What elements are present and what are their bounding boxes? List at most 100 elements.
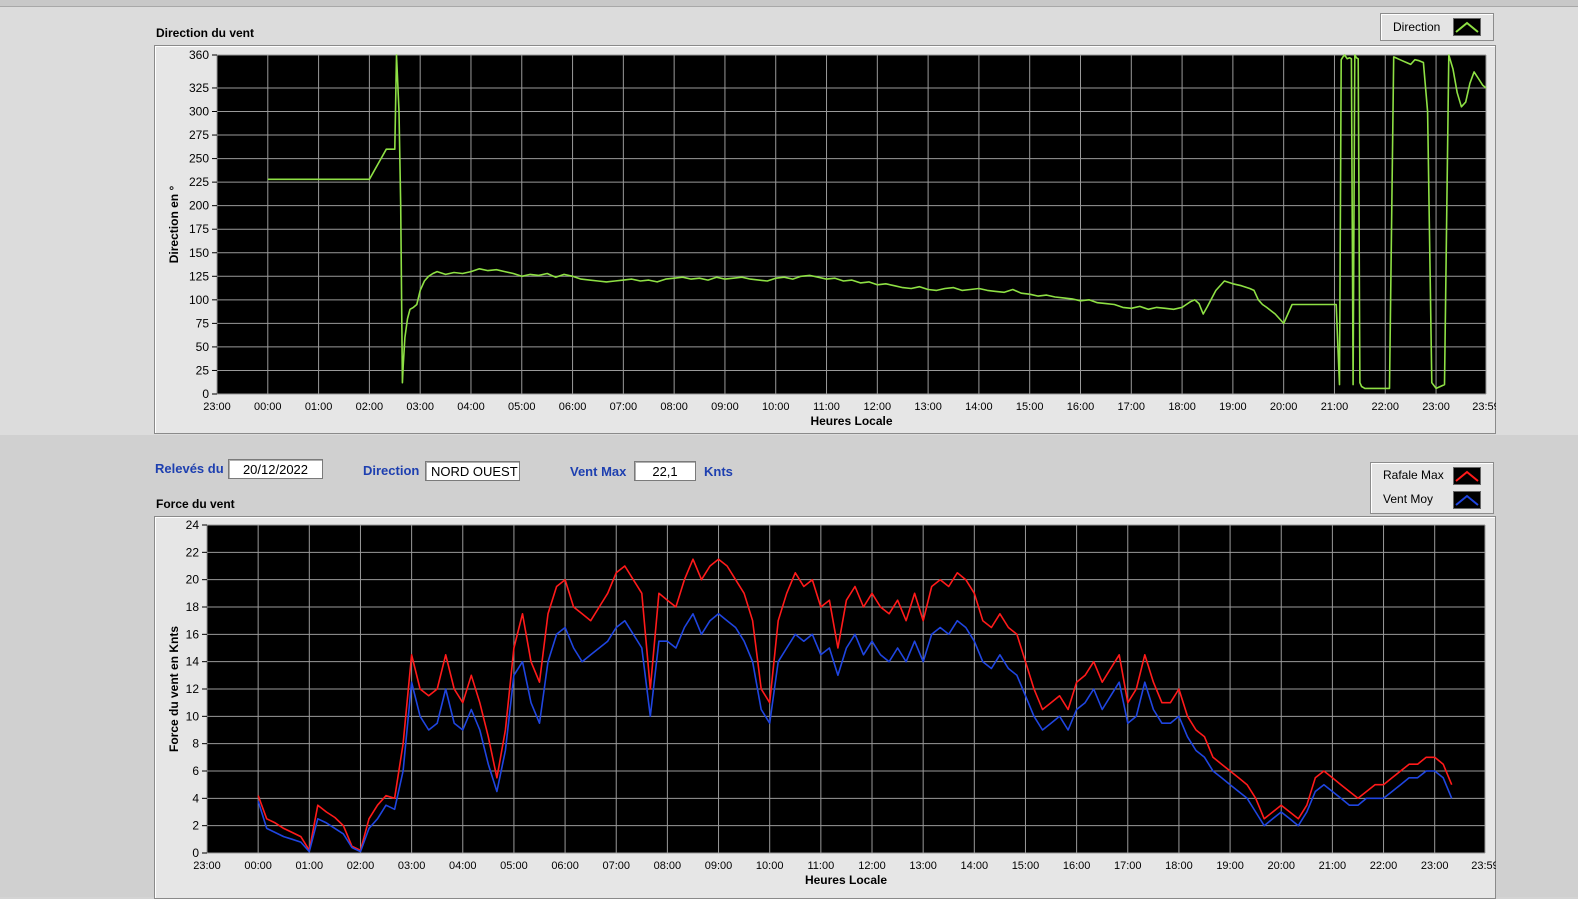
- dir-x-tick-label: 07:00: [610, 401, 638, 413]
- frc-x-tick-label: 12:00: [858, 860, 886, 872]
- releves-label: Relevés du: [155, 461, 224, 476]
- dir-x-tick-label: 12:00: [864, 401, 892, 413]
- frc-y-tick-label: 0: [192, 846, 199, 860]
- dir-y-tick-label: 150: [189, 246, 209, 260]
- frc-y-tick-label: 20: [186, 573, 200, 587]
- dir-x-tick-label: 04:00: [457, 401, 485, 413]
- top-bar: [0, 0, 1578, 7]
- frc-y-tick-label: 10: [186, 709, 200, 723]
- legend-label-ventmoy: Vent Moy: [1383, 492, 1434, 506]
- dir-y-tick-label: 75: [196, 316, 210, 330]
- frc-x-tick-label: 21:00: [1319, 860, 1347, 872]
- dir-x-tick-label: 17:00: [1118, 401, 1146, 413]
- dir-x-tick-label: 14:00: [965, 401, 993, 413]
- force-legend[interactable]: Rafale Max Vent Moy: [1370, 462, 1494, 514]
- frc-x-tick-label: 16:00: [1063, 860, 1091, 872]
- frc-x-tick-label: 19:00: [1216, 860, 1244, 872]
- dir-x-tick-label: 08:00: [660, 401, 688, 413]
- frc-x-tick-label: 02:00: [347, 860, 375, 872]
- dir-x-tick-label: 16:00: [1067, 401, 1095, 413]
- dir-y-tick-label: 300: [189, 105, 209, 119]
- dir-y-tick-label: 225: [189, 175, 209, 189]
- dir-y-tick-label: 175: [189, 222, 209, 236]
- frc-x-tick-label: 06:00: [551, 860, 579, 872]
- frc-y-tick-label: 24: [186, 518, 200, 532]
- dir-y-tick-label: 275: [189, 128, 209, 142]
- frc-x-tick-label: 11:00: [807, 860, 834, 872]
- frc-x-tick-label: 18:00: [1165, 860, 1193, 872]
- frc-x-tick-label: 07:00: [602, 860, 630, 872]
- dir-y-tick-label: 360: [189, 48, 209, 62]
- direction-value-field[interactable]: NORD OUEST: [425, 461, 520, 481]
- dir-x-tick-label: 09:00: [711, 401, 739, 413]
- frc-x-tick-label: 01:00: [296, 860, 324, 872]
- frc-x-tick-label: 00:00: [244, 860, 272, 872]
- dir-x-tick-label: 06:00: [559, 401, 587, 413]
- dir-x-tick-label: 20:00: [1270, 401, 1298, 413]
- frc-x-tick-label: 14:00: [961, 860, 989, 872]
- frc-y-tick-label: 2: [192, 819, 199, 833]
- dir-x-tick-label: 23:59: [1472, 401, 1496, 413]
- force-x-axis-label: Heures Locale: [805, 873, 887, 887]
- frc-y-tick-label: 4: [192, 791, 199, 805]
- dir-x-tick-label: 13:00: [914, 401, 942, 413]
- dir-x-tick-label: 10:00: [762, 401, 790, 413]
- direction-chart[interactable]: 23:00 00:00 01:00 02:00 03:00 04:00 05:00 06:00…: [154, 45, 1496, 435]
- frc-y-tick-label: 16: [186, 627, 200, 641]
- direction-x-axis-label: Heures Locale: [810, 414, 892, 428]
- direction-label: Direction: [363, 463, 420, 478]
- ventmax-unit: Knts: [704, 464, 733, 479]
- direction-legend[interactable]: Direction: [1380, 13, 1494, 41]
- dir-x-tick-label: 18:00: [1168, 401, 1196, 413]
- frc-x-tick-label: 23:00: [1421, 860, 1449, 872]
- force-y-axis-label: Force du vent en Knts: [167, 626, 181, 752]
- frc-x-tick-label: 08:00: [654, 860, 682, 872]
- frc-x-tick-label: 20:00: [1267, 860, 1295, 872]
- dir-x-tick-label: 11:00: [813, 401, 840, 413]
- line-blue-icon: [1453, 491, 1481, 509]
- frc-x-tick-label: 17:00: [1114, 860, 1142, 872]
- frc-y-tick-label: 18: [186, 600, 200, 614]
- dir-x-tick-label: 19:00: [1219, 401, 1247, 413]
- dir-plot-area[interactable]: [217, 55, 1486, 394]
- date-field[interactable]: 20/12/2022: [228, 459, 323, 479]
- dir-y-tick-label: 25: [196, 363, 210, 377]
- frc-x-tick-label: 05:00: [500, 860, 528, 872]
- legend-item-ventmoy[interactable]: Vent Moy: [1383, 489, 1433, 509]
- dir-y-tick-label: 0: [202, 387, 209, 401]
- frc-x-tick-label: 22:00: [1370, 860, 1398, 872]
- force-chart[interactable]: 23:00 00:00 01:00 02:00 03:00 04:00 05:00 06:00…: [154, 516, 1496, 897]
- dir-x-tick-label: 00:00: [254, 401, 282, 413]
- legend-label-direction: Direction: [1393, 20, 1441, 34]
- legend-item-rafale[interactable]: Rafale Max: [1383, 465, 1444, 485]
- ventmax-label: Vent Max: [570, 464, 627, 479]
- frc-x-tick-label: 23:00: [193, 860, 221, 872]
- dir-y-tick-label: 100: [189, 293, 209, 307]
- dir-y-tick-label: 125: [189, 269, 209, 283]
- dir-x-tick-label: 02:00: [356, 401, 384, 413]
- frc-x-tick-label: 13:00: [909, 860, 937, 872]
- line-green-icon: [1453, 18, 1481, 36]
- legend-item-direction[interactable]: Direction: [1393, 17, 1440, 37]
- frc-x-tick-label: 15:00: [1012, 860, 1040, 872]
- dir-x-tick-label: 01:00: [305, 401, 333, 413]
- frc-y-tick-label: 6: [192, 764, 199, 778]
- direction-chart-title: Direction du vent: [156, 26, 255, 40]
- frc-x-tick-label: 09:00: [705, 860, 733, 872]
- frc-y-tick-label: 8: [192, 737, 199, 751]
- dir-x-tick-label: 23:00: [203, 401, 231, 413]
- frc-x-tick-label: 10:00: [756, 860, 784, 872]
- frc-x-tick-label: 23:59: [1471, 860, 1496, 872]
- dir-y-tick-label: 50: [196, 340, 210, 354]
- dir-x-tick-label: 21:00: [1321, 401, 1349, 413]
- ventmax-value-field[interactable]: 22,1: [634, 461, 696, 481]
- dir-y-tick-label: 325: [189, 81, 209, 95]
- dir-y-tick-label: 200: [189, 199, 209, 213]
- frc-x-tick-label: 04:00: [449, 860, 477, 872]
- frc-y-tick-label: 14: [186, 655, 200, 669]
- dir-x-tick-label: 23:00: [1422, 401, 1450, 413]
- line-red-icon: [1453, 467, 1481, 485]
- dir-x-tick-label: 22:00: [1371, 401, 1399, 413]
- dir-x-tick-label: 15:00: [1016, 401, 1044, 413]
- dir-x-tick-label: 03:00: [406, 401, 434, 413]
